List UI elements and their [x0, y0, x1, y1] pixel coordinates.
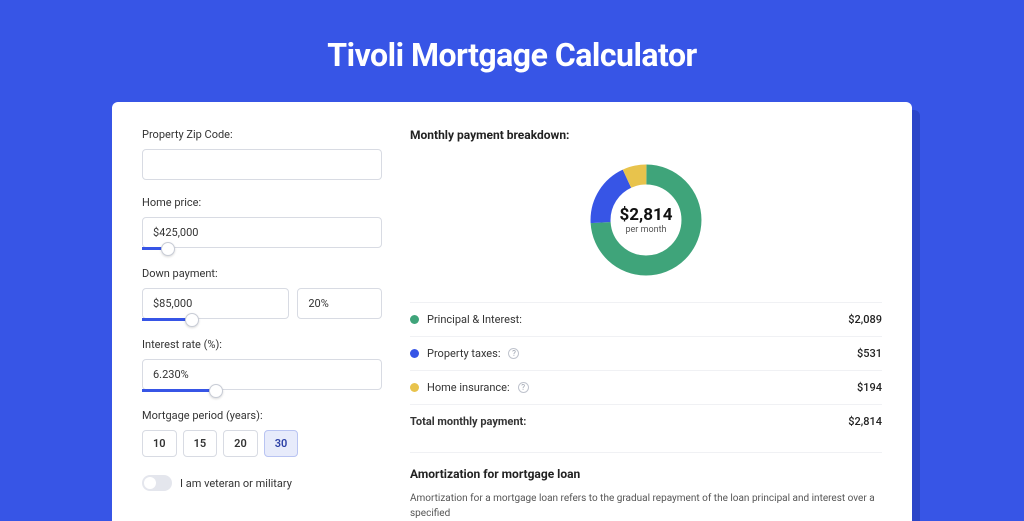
zip-input[interactable] [142, 149, 382, 180]
donut-sub: per month [625, 225, 666, 235]
legend-label: Home insurance: [427, 381, 510, 394]
zip-label: Property Zip Code: [142, 128, 382, 141]
info-icon[interactable]: ? [518, 382, 529, 393]
legend-row-total: Total monthly payment: $2,814 [410, 404, 882, 438]
interest-input[interactable] [142, 359, 382, 390]
legend-row-taxes: Property taxes: ? $531 [410, 336, 882, 370]
legend-value: $194 [857, 381, 882, 394]
total-label: Total monthly payment: [410, 415, 526, 428]
breakdown-title: Monthly payment breakdown: [410, 128, 882, 142]
legend-value: $531 [857, 347, 882, 360]
veteran-row: I am veteran or military [142, 475, 382, 491]
amortization-section: Amortization for mortgage loan Amortizat… [410, 452, 882, 521]
legend-row-principal: Principal & Interest: $2,089 [410, 302, 882, 336]
interest-slider[interactable] [142, 390, 382, 393]
period-btn-10[interactable]: 10 [142, 430, 177, 457]
legend-label: Principal & Interest: [427, 313, 522, 326]
legend-value: $2,089 [848, 313, 882, 326]
donut-chart: $2,814 per month [586, 160, 706, 280]
legend-label: Property taxes: [427, 347, 500, 360]
period-label: Mortgage period (years): [142, 409, 382, 422]
period-group: Mortgage period (years): 10 15 20 30 [142, 409, 382, 457]
dot-icon [410, 383, 419, 392]
legend-row-insurance: Home insurance: ? $194 [410, 370, 882, 404]
down-payment-slider[interactable] [142, 319, 382, 322]
veteran-toggle[interactable] [142, 475, 172, 491]
down-payment-pct-input[interactable] [297, 288, 382, 319]
veteran-label: I am veteran or military [180, 477, 292, 490]
interest-label: Interest rate (%): [142, 338, 382, 351]
dot-icon [410, 349, 419, 358]
interest-group: Interest rate (%): [142, 338, 382, 393]
page-title: Tivoli Mortgage Calculator [0, 0, 1024, 102]
breakdown-panel: Monthly payment breakdown: $2,814 per mo… [410, 128, 882, 521]
amortization-title: Amortization for mortgage loan [410, 467, 882, 481]
down-payment-input[interactable] [142, 288, 289, 319]
home-price-group: Home price: [142, 196, 382, 251]
amortization-text: Amortization for a mortgage loan refers … [410, 491, 882, 521]
calculator-card: Property Zip Code: Home price: Down paym… [112, 102, 912, 521]
period-btn-15[interactable]: 15 [183, 430, 218, 457]
down-payment-group: Down payment: [142, 267, 382, 322]
info-icon[interactable]: ? [508, 348, 519, 359]
donut-amount: $2,814 [620, 205, 673, 225]
period-buttons: 10 15 20 30 [142, 430, 382, 457]
total-value: $2,814 [848, 415, 882, 428]
home-price-slider[interactable] [142, 248, 382, 251]
home-price-input[interactable] [142, 217, 382, 248]
form-panel: Property Zip Code: Home price: Down paym… [142, 128, 382, 521]
donut-wrap: $2,814 per month [410, 160, 882, 280]
down-payment-label: Down payment: [142, 267, 382, 280]
period-btn-30[interactable]: 30 [264, 430, 299, 457]
dot-icon [410, 315, 419, 324]
zip-field-group: Property Zip Code: [142, 128, 382, 180]
period-btn-20[interactable]: 20 [223, 430, 258, 457]
home-price-label: Home price: [142, 196, 382, 209]
